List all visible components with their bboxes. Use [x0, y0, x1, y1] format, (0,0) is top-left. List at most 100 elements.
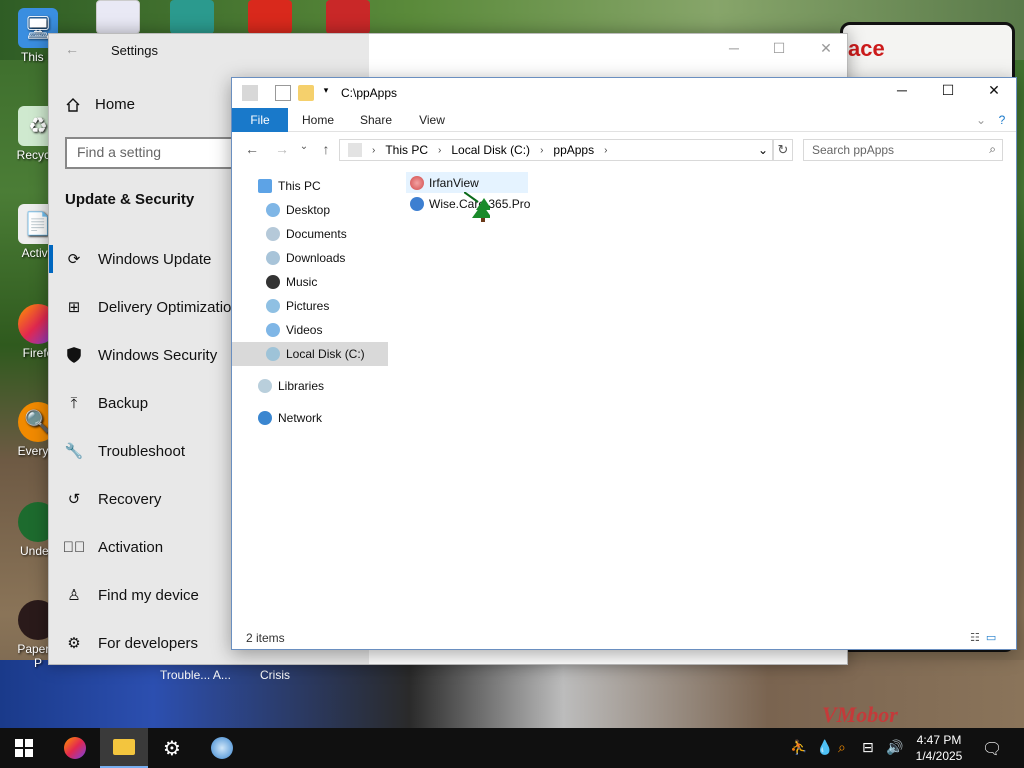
volume-icon[interactable]: 🔊	[886, 739, 903, 756]
sign-text: ace	[848, 36, 885, 61]
taskbar-clock[interactable]: 4:47 PM 1/4/2025	[906, 732, 972, 764]
nav-item-label: Troubleshoot	[98, 442, 185, 460]
videos-folder-icon	[266, 323, 280, 337]
large-icons-view-icon[interactable]: ▭	[986, 631, 996, 644]
settings-titlebar[interactable]: ← Settings ─ ☐ ✕	[49, 34, 849, 66]
search-input[interactable]: Search ppApps ⌕	[803, 139, 1003, 161]
settings-home[interactable]: Home	[65, 96, 135, 113]
tree-item-network[interactable]: Network	[232, 406, 388, 430]
tree-item-libraries[interactable]: Libraries	[232, 374, 388, 398]
nav-item-label: Backup	[98, 394, 149, 412]
tree-item-label: Videos	[286, 323, 323, 337]
details-view-icon[interactable]: ☷	[970, 631, 980, 644]
home-label: Home	[95, 96, 136, 113]
tree-item-label: Local Disk (C:)	[286, 347, 365, 361]
nav-item-label: Activation	[98, 538, 164, 556]
system-menu-icon[interactable]	[242, 85, 258, 101]
minimize-icon[interactable]: ─	[879, 82, 925, 104]
tab-file[interactable]: File	[232, 108, 288, 132]
tab-share[interactable]: Share	[352, 108, 400, 132]
forward-arrow-icon[interactable]: →	[272, 141, 292, 157]
new-folder-icon[interactable]	[298, 85, 314, 101]
tree-item-downloads[interactable]: Downloads	[232, 246, 388, 270]
taskbar-firefox[interactable]	[51, 728, 99, 768]
tree-item-pictures[interactable]: Pictures	[232, 294, 388, 318]
back-arrow-icon[interactable]: ←	[242, 141, 262, 157]
minimize-icon[interactable]: ─	[719, 40, 749, 56]
explorer-titlebar[interactable]: ▾ C:\ppApps ─ ☐ ✕	[232, 78, 1016, 108]
maximize-icon[interactable]: ☐	[925, 82, 971, 104]
christmas-tree-cursor-icon	[464, 192, 490, 222]
close-icon[interactable]: ✕	[971, 82, 1017, 104]
chevron-right-icon: ›	[372, 144, 376, 156]
file-name: IrfanView	[429, 175, 479, 190]
music-folder-icon	[266, 275, 280, 289]
taskbar-settings[interactable]: ⚙	[148, 728, 196, 768]
pictures-folder-icon	[266, 299, 280, 313]
tree-item-label: Pictures	[286, 299, 330, 313]
back-arrow-icon[interactable]: ←	[65, 41, 79, 57]
search-icon: ⌕	[989, 142, 996, 156]
desktop-top-icon[interactable]	[96, 0, 140, 34]
quick-access-dropdown-icon[interactable]: ▾	[318, 85, 334, 101]
tree-item-desktop[interactable]: Desktop	[232, 198, 388, 222]
tree-item-label: This PC	[278, 179, 321, 193]
nav-item-label: Windows Update	[98, 250, 212, 268]
search-placeholder: Search ppApps	[812, 143, 895, 157]
libraries-icon	[258, 379, 272, 393]
desktop-background-label: Crisis	[260, 668, 290, 682]
local-disk-icon	[266, 347, 280, 361]
address-dropdown-icon[interactable]: ⌄	[758, 143, 768, 157]
tree-item-label: Documents	[286, 227, 347, 241]
taskbar-file-explorer[interactable]	[100, 728, 148, 768]
tree-item-videos[interactable]: Videos	[232, 318, 388, 342]
ribbon-expand-icon[interactable]: ⌄	[974, 108, 988, 132]
location-icon	[348, 143, 362, 157]
mcdonalds-icon[interactable]	[248, 0, 292, 34]
tree-item-label: Libraries	[278, 379, 325, 393]
check-circle-icon: ✓⃝	[62, 538, 86, 556]
folder-icon	[113, 739, 135, 755]
desktop-top-icon[interactable]	[170, 0, 214, 34]
tab-view[interactable]: View	[408, 108, 456, 132]
up-arrow-icon[interactable]: ↑	[316, 141, 336, 157]
tab-home[interactable]: Home	[294, 108, 342, 132]
refresh-button[interactable]: ↻	[773, 139, 793, 161]
tree-item-label: Downloads	[286, 251, 346, 265]
tree-item-documents[interactable]: Documents	[232, 222, 388, 246]
wrench-icon: 🔧	[64, 443, 84, 460]
breadcrumb-ppapps[interactable]: ppApps	[553, 143, 594, 157]
breadcrumb-local-disk[interactable]: Local Disk (C:)	[451, 143, 530, 157]
chevron-right-icon: ›	[540, 144, 544, 156]
taskbar-app[interactable]	[198, 728, 246, 768]
tree-item-local-disk[interactable]: Local Disk (C:)	[232, 342, 388, 366]
nav-item-label: Find my device	[98, 586, 199, 604]
notifications-icon[interactable]: 🗨	[982, 739, 1002, 759]
tree-item-this-pc[interactable]: This PC	[232, 174, 388, 198]
properties-checkbox-icon[interactable]	[275, 85, 291, 101]
tray-user-icon[interactable]: ⛹	[790, 739, 807, 756]
file-explorer-window: ▾ C:\ppApps ─ ☐ ✕ File Home Share View ⌄…	[231, 77, 1017, 650]
tree-item-music[interactable]: Music	[232, 270, 388, 294]
close-icon[interactable]: ✕	[811, 40, 841, 57]
nav-item-label: For developers	[98, 634, 199, 652]
desktop-background-label: Trouble... A...	[160, 668, 231, 682]
file-item-irfanview[interactable]: IrfanView	[406, 172, 528, 193]
breadcrumb-this-pc[interactable]: This PC	[385, 143, 428, 157]
desktop-top-icon[interactable]	[326, 0, 370, 34]
taskbar: ⚙ ⛹ 💧 ⌕ ⊟ 🔊 4:47 PM 1/4/2025 🗨	[0, 728, 1024, 768]
maximize-icon[interactable]: ☐	[764, 40, 794, 57]
network-icon[interactable]: ⊟	[862, 739, 874, 756]
help-icon[interactable]: ?	[994, 108, 1010, 132]
nav-item-label: Delivery Optimization	[98, 298, 240, 316]
globe-icon	[211, 737, 233, 759]
tree-item-label: Network	[278, 411, 323, 425]
delivery-optimization-icon: ⊞	[67, 299, 81, 316]
address-bar[interactable]: › This PC › Local Disk (C:) › ppApps › ⌄	[339, 139, 773, 161]
recent-locations-icon[interactable]: ⌄	[294, 141, 314, 152]
developer-tools-icon: ⚙	[67, 635, 81, 652]
tray-search-icon[interactable]: ⌕	[838, 739, 846, 756]
tray-drop-icon[interactable]: 💧	[816, 739, 833, 756]
status-bar-item-count: 2 items	[246, 631, 285, 645]
start-button[interactable]	[0, 728, 48, 768]
